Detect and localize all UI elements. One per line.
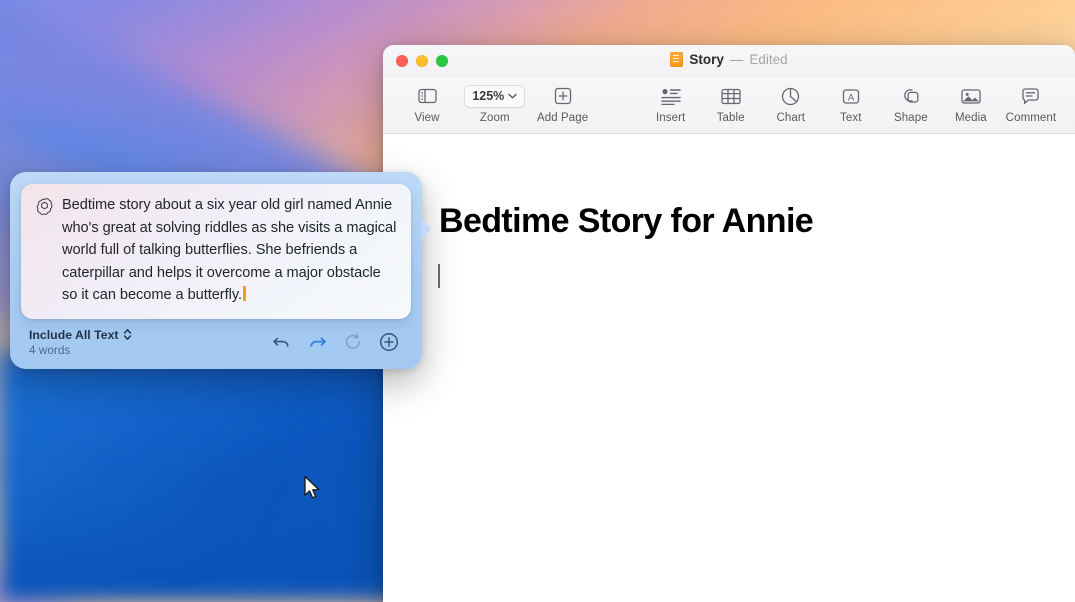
table-icon (721, 83, 741, 109)
toolbar-item-comment[interactable]: Comment (1001, 80, 1061, 124)
minimize-button[interactable] (416, 55, 428, 67)
svg-text:A: A (848, 92, 855, 103)
text-box-icon: A (842, 83, 860, 109)
scope-selector[interactable]: Include All Text (29, 328, 132, 342)
toolbar-label-shape: Shape (894, 112, 928, 124)
toolbar-item-media[interactable]: Media (941, 80, 1001, 124)
toolbar-label-media: Media (955, 112, 987, 124)
redo-arrow-icon[interactable] (308, 334, 327, 351)
pages-toolbar[interactable]: View 125% Zoom (383, 78, 1075, 134)
prompt-text[interactable]: Bedtime story about a six year old girl … (62, 194, 397, 307)
traffic-light-group (396, 55, 448, 67)
pages-document-window[interactable]: Story — Edited View 125% (383, 45, 1075, 602)
comment-icon (1021, 83, 1040, 109)
chart-pie-icon (781, 83, 800, 109)
toolbar-label-table: Table (717, 112, 745, 124)
edited-status: Edited (749, 52, 787, 67)
text-insertion-caret (438, 264, 440, 288)
toolbar-label-view: View (414, 112, 439, 124)
undo-arrow-icon[interactable] (272, 334, 291, 351)
toolbar-item-insert[interactable]: Insert (641, 80, 701, 124)
insert-icon (661, 83, 681, 109)
document-canvas[interactable]: Bedtime Story for Annie (383, 134, 1075, 602)
toolbar-item-shape[interactable]: Shape (881, 80, 941, 124)
prompt-text-value: Bedtime story about a six year old girl … (62, 197, 396, 303)
chatgpt-writing-tools-popup[interactable]: Bedtime story about a six year old girl … (10, 172, 422, 369)
toolbar-label-add-page: Add Page (537, 112, 588, 124)
refresh-arrow-icon[interactable] (344, 333, 362, 351)
scope-label: Include All Text (29, 328, 119, 342)
toolbar-item-chart[interactable]: Chart (761, 80, 821, 124)
maximize-button[interactable] (436, 55, 448, 67)
sidebar-icon (418, 83, 437, 109)
toolbar-label-insert: Insert (656, 112, 685, 124)
toolbar-label-chart: Chart (776, 112, 805, 124)
word-count: 4 words (29, 343, 132, 357)
zoom-pill[interactable]: 125% (464, 85, 525, 108)
prompt-caret (243, 286, 246, 301)
prompt-card[interactable]: Bedtime story about a six year old girl … (21, 184, 411, 319)
window-title-text: Story (689, 52, 724, 67)
title-separator: — (730, 52, 744, 67)
toolbar-label-zoom: Zoom (480, 112, 510, 124)
popup-footer[interactable]: Include All Text 4 words (21, 319, 411, 359)
photo-icon (961, 83, 981, 109)
zoom-value: 125% (472, 89, 504, 103)
plus-circle-icon[interactable] (379, 332, 399, 352)
window-titlebar[interactable]: Story — Edited (383, 45, 1075, 78)
chevron-down-icon (508, 93, 517, 99)
plus-square-icon (554, 83, 572, 109)
openai-logo-icon (35, 197, 54, 307)
close-button[interactable] (396, 55, 408, 67)
shapes-icon (901, 83, 920, 109)
toolbar-item-text[interactable]: A Text (821, 80, 881, 124)
toolbar-label-comment: Comment (1006, 112, 1057, 124)
pages-document-icon (670, 52, 683, 67)
window-title: Story — Edited (383, 52, 1075, 67)
document-heading[interactable]: Bedtime Story for Annie (439, 202, 813, 241)
toolbar-label-text: Text (840, 112, 862, 124)
popup-footer-left: Include All Text 4 words (29, 328, 132, 357)
up-down-chevron-icon (123, 328, 132, 341)
popup-pointer-tail (421, 218, 431, 240)
toolbar-item-view[interactable]: View (397, 80, 457, 124)
arrow-pointer-icon (303, 475, 322, 501)
popup-action-buttons (272, 332, 405, 352)
toolbar-item-table[interactable]: Table (701, 80, 761, 124)
toolbar-item-zoom[interactable]: 125% Zoom (457, 80, 533, 124)
zoom-control[interactable]: 125% (464, 83, 525, 109)
toolbar-item-add-page[interactable]: Add Page (533, 80, 593, 124)
